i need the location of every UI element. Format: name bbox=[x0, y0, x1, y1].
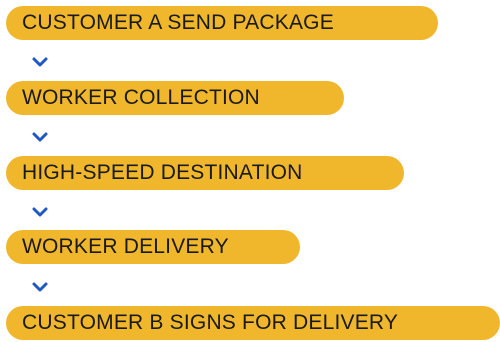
chevron-down-icon bbox=[31, 130, 49, 144]
step-customer-b-signs-for-delivery: CUSTOMER B SIGNS FOR DELIVERY bbox=[6, 306, 500, 340]
step-label: WORKER DELIVERY bbox=[22, 235, 229, 258]
step-high-speed-destination: HIGH-SPEED DESTINATION bbox=[6, 156, 404, 190]
step-worker-delivery: WORKER DELIVERY bbox=[6, 230, 300, 264]
chevron-down-icon bbox=[31, 205, 49, 219]
step-worker-collection: WORKER COLLECTION bbox=[6, 81, 344, 115]
chevron-down-icon bbox=[31, 280, 49, 294]
step-customer-a-send-package: CUSTOMER A SEND PACKAGE bbox=[6, 6, 438, 40]
chevron-down-icon bbox=[31, 55, 49, 69]
flow-diagram: CUSTOMER A SEND PACKAGE WORKER COLLECTIO… bbox=[0, 0, 500, 342]
step-label: CUSTOMER A SEND PACKAGE bbox=[22, 11, 334, 34]
step-label: HIGH-SPEED DESTINATION bbox=[22, 161, 303, 184]
step-label: WORKER COLLECTION bbox=[22, 86, 260, 109]
step-label: CUSTOMER B SIGNS FOR DELIVERY bbox=[22, 311, 399, 334]
